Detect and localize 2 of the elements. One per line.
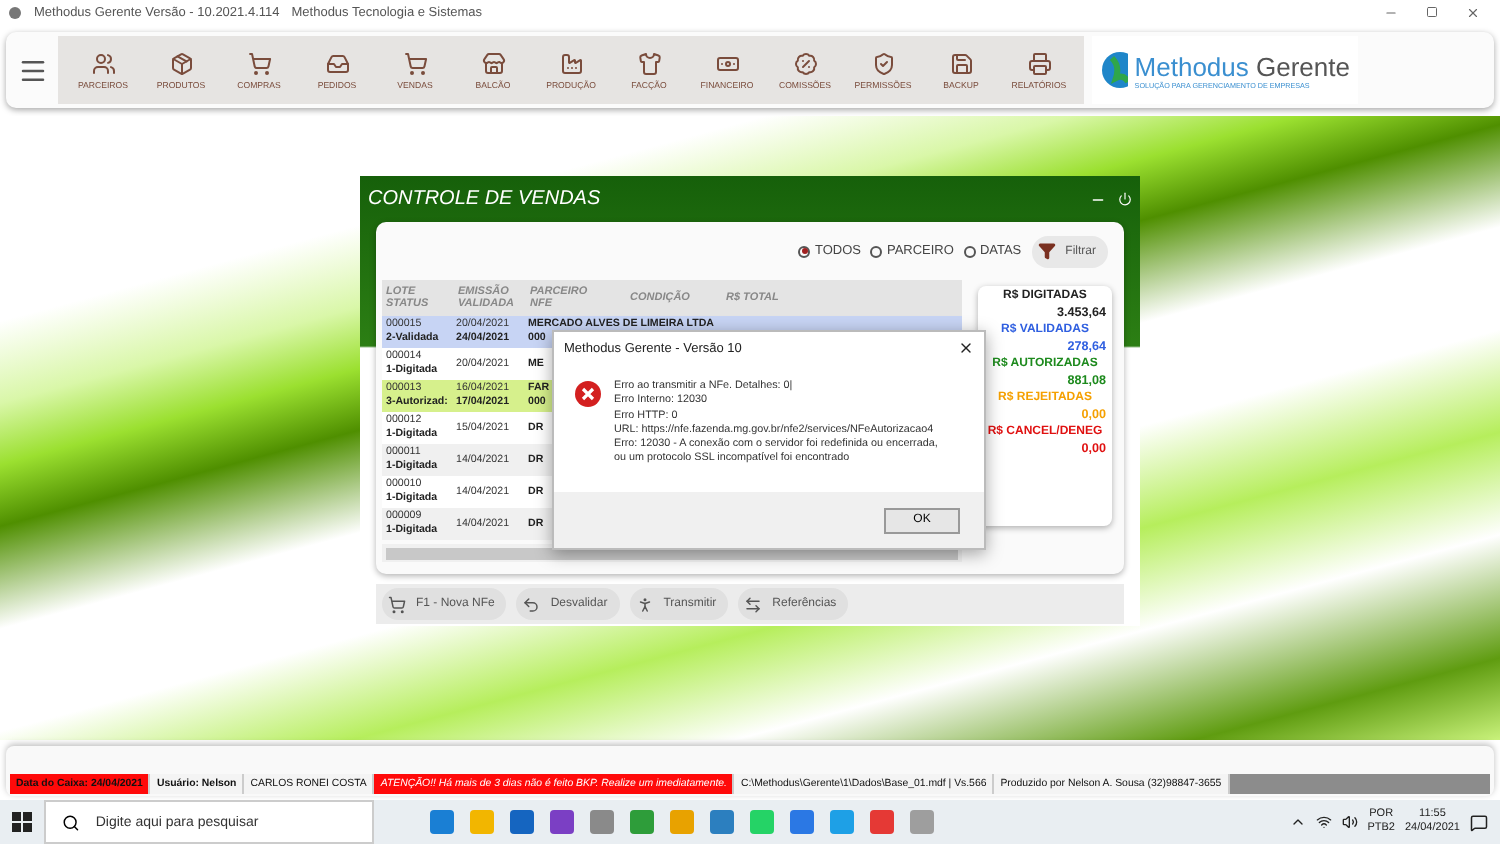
logo-name: Methodus Gerente xyxy=(1134,51,1350,81)
sales-window-title: CONTROLE DE VENDAS xyxy=(368,188,601,210)
